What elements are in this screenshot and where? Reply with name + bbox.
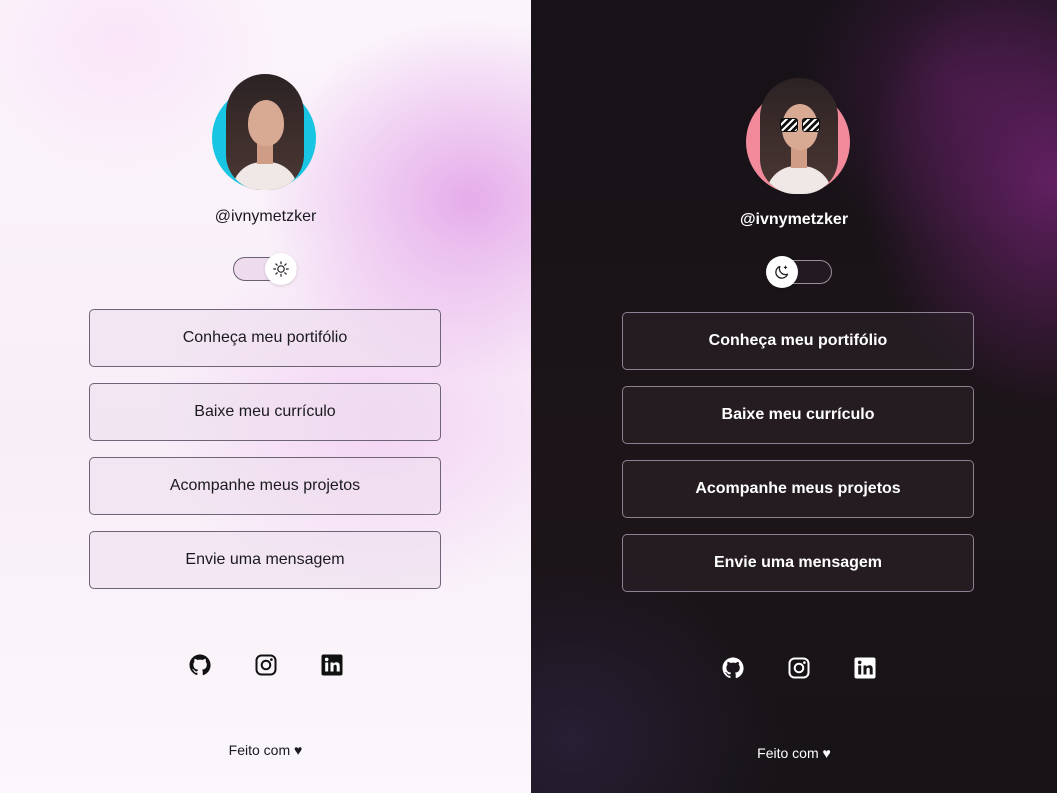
profile-photo: [760, 78, 838, 194]
linkedin-icon[interactable]: [320, 653, 344, 677]
avatar: [212, 74, 318, 190]
preview-stage: @ivnymetzker Conheça meu portifólio Baix…: [0, 0, 1057, 793]
social-links: [188, 653, 344, 677]
dark-theme-panel: @ivnymetzker Conheça meu portifólio Baix…: [531, 0, 1057, 793]
username: @ivnymetzker: [739, 211, 849, 228]
portfolio-button[interactable]: Conheça meu portifólio: [622, 312, 974, 370]
footer-credit: Feito com ♥: [757, 745, 831, 761]
linkedin-icon[interactable]: [853, 656, 877, 680]
github-icon[interactable]: [721, 656, 745, 680]
instagram-icon[interactable]: [254, 653, 278, 677]
instagram-icon[interactable]: [787, 656, 811, 680]
links-list: Conheça meu portifólio Baixe meu currícu…: [89, 309, 441, 605]
sunglasses-icon: [780, 118, 820, 132]
light-theme-panel: @ivnymetzker Conheça meu portifólio Baix…: [0, 0, 531, 793]
profile-photo: [226, 74, 304, 190]
username: @ivnymetzker: [214, 208, 317, 225]
theme-toggle[interactable]: [766, 256, 832, 288]
resume-button[interactable]: Baixe meu currículo: [89, 383, 441, 441]
message-button[interactable]: Envie uma mensagem: [622, 534, 974, 592]
theme-toggle[interactable]: [233, 253, 297, 285]
social-links: [721, 656, 877, 680]
moon-icon[interactable]: [766, 256, 798, 288]
sun-icon[interactable]: [265, 253, 297, 285]
links-list: Conheça meu portifólio Baixe meu currícu…: [622, 312, 974, 608]
github-icon[interactable]: [188, 653, 212, 677]
projects-button[interactable]: Acompanhe meus projetos: [622, 460, 974, 518]
resume-button[interactable]: Baixe meu currículo: [622, 386, 974, 444]
projects-button[interactable]: Acompanhe meus projetos: [89, 457, 441, 515]
portfolio-button[interactable]: Conheça meu portifólio: [89, 309, 441, 367]
message-button[interactable]: Envie uma mensagem: [89, 531, 441, 589]
avatar: [746, 78, 852, 194]
footer-credit: Feito com ♥: [228, 742, 303, 758]
